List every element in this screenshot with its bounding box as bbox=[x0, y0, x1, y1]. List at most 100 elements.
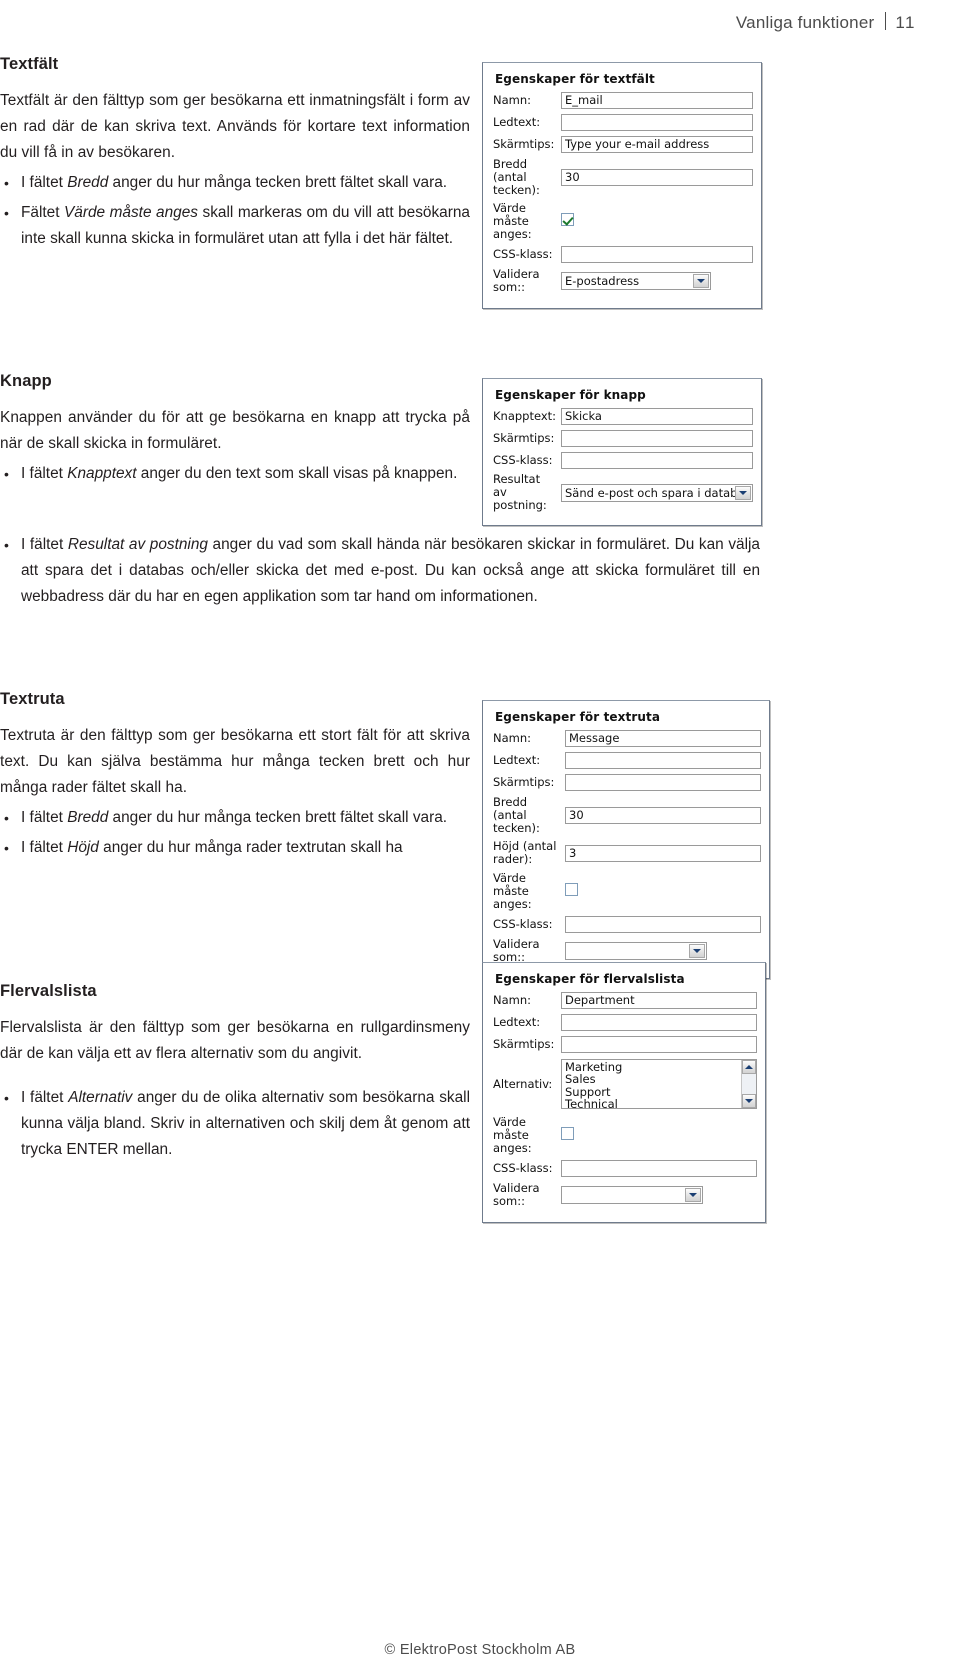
input-css-klass[interactable] bbox=[561, 451, 753, 469]
field-row-ledtext: Ledtext: bbox=[493, 1013, 757, 1031]
running-head-divider bbox=[885, 12, 887, 30]
field-row-css-klass: CSS-klass: bbox=[493, 245, 753, 263]
list-item[interactable]: Technical bbox=[565, 1098, 756, 1108]
scroll-up-icon[interactable] bbox=[742, 1060, 756, 1074]
figure-flervalslista-dialog: Egenskaper för flervalslista Namn: Ledte… bbox=[482, 962, 766, 1223]
select-validera-som[interactable] bbox=[565, 942, 707, 960]
select-validera-som-value bbox=[562, 1187, 702, 1188]
section-textruta-text: Textruta Textruta är den fälttyp som ger… bbox=[0, 690, 470, 861]
label-namn: Namn: bbox=[493, 730, 532, 745]
bullet-emphasis: Knapptext bbox=[67, 465, 137, 482]
input-ledtext[interactable] bbox=[561, 113, 753, 131]
chevron-down-icon[interactable] bbox=[693, 274, 709, 288]
input-ledtext[interactable] bbox=[561, 1013, 757, 1031]
input-css-klass[interactable] bbox=[561, 245, 753, 263]
list-item: I fältet Knapptext anger du den text som… bbox=[0, 461, 470, 487]
select-resultat-av-postning[interactable]: Sänd e-post och spara i databas bbox=[561, 483, 753, 502]
select-validera-som-value bbox=[566, 943, 706, 944]
input-namn[interactable] bbox=[561, 91, 753, 109]
select-validera-som[interactable]: E-postadress bbox=[561, 272, 711, 290]
list-item: Fältet Värde måste anges skall markeras … bbox=[0, 200, 470, 252]
bullet-list-textfalt: I fältet Bredd anger du hur många tecken… bbox=[0, 170, 470, 252]
input-css-klass[interactable] bbox=[561, 1159, 757, 1177]
input-namn[interactable] bbox=[565, 729, 761, 747]
bullet-post: anger du den text som skall visas på kna… bbox=[136, 465, 458, 482]
listbox-alternativ[interactable]: Marketing Sales Support Technical bbox=[561, 1059, 757, 1109]
label-resultat-av-postning: Resultat av postning: bbox=[493, 472, 547, 512]
paragraph-textruta-intro: Textruta är den fälttyp som ger besökarn… bbox=[0, 727, 470, 796]
input-skarmtips[interactable] bbox=[561, 1035, 757, 1053]
input-hojd[interactable] bbox=[565, 844, 761, 862]
label-validera-som: Validera som:: bbox=[493, 267, 540, 294]
bullet-post: anger du hur många tecken brett fältet s… bbox=[108, 809, 448, 826]
label-validera-som: Validera som:: bbox=[493, 1181, 540, 1208]
label-alternativ: Alternativ: bbox=[493, 1076, 553, 1091]
input-skarmtips[interactable] bbox=[561, 135, 753, 153]
label-ledtext: Ledtext: bbox=[493, 1014, 541, 1029]
select-resultat-av-postning-value: Sänd e-post och spara i databas bbox=[565, 485, 751, 500]
scrollbar-track[interactable] bbox=[742, 1074, 756, 1094]
input-ledtext[interactable] bbox=[565, 751, 761, 769]
section-textfalt-text: Textfält Textfält är den fälttyp som ger… bbox=[0, 55, 470, 252]
heading-textfalt: Textfält bbox=[0, 55, 59, 73]
list-item[interactable]: Sales bbox=[565, 1073, 756, 1086]
heading-knapp: Knapp bbox=[0, 372, 52, 390]
field-row-validera-som: Validera som:: E-postadress bbox=[493, 267, 753, 295]
chevron-down-icon[interactable] bbox=[685, 1188, 701, 1202]
list-item: I fältet Alternativ anger du de olika al… bbox=[0, 1085, 470, 1163]
field-row-skarmtips: Skärmtips: bbox=[493, 773, 761, 791]
checkbox-varde-maste-anges[interactable] bbox=[561, 1127, 574, 1140]
scroll-down-icon[interactable] bbox=[742, 1094, 756, 1108]
label-skarmtips: Skärmtips: bbox=[493, 1036, 555, 1051]
section-flervalslista-text: Flervalslista Flervalslista är den fältt… bbox=[0, 982, 470, 1163]
input-skarmtips[interactable] bbox=[561, 429, 753, 447]
scrollbar-alternativ[interactable] bbox=[741, 1060, 756, 1108]
input-skarmtips[interactable] bbox=[565, 773, 761, 791]
label-css-klass: CSS-klass: bbox=[493, 916, 553, 931]
dialog-title: Egenskaper för knapp bbox=[495, 388, 646, 402]
bullet-pre: I fältet bbox=[21, 809, 68, 826]
input-namn[interactable] bbox=[561, 991, 757, 1009]
label-hojd: Höjd (antal rader): bbox=[493, 839, 557, 866]
bullet-pre: Fältet bbox=[21, 204, 65, 221]
field-row-ledtext: Ledtext: bbox=[493, 751, 761, 769]
checkbox-varde-maste-anges[interactable] bbox=[561, 213, 574, 226]
field-row-skarmtips: Skärmtips: bbox=[493, 1035, 757, 1053]
dialog-title: Egenskaper för flervalslista bbox=[495, 972, 685, 986]
field-row-bredd: Bredd (antal tecken): bbox=[493, 157, 753, 197]
label-css-klass: CSS-klass: bbox=[493, 246, 553, 261]
bullet-emphasis: Värde måste anges bbox=[64, 204, 198, 221]
input-bredd[interactable] bbox=[561, 168, 753, 186]
label-skarmtips: Skärmtips: bbox=[493, 136, 555, 151]
input-bredd[interactable] bbox=[565, 806, 761, 824]
label-varde-maste-anges: Värde måste anges: bbox=[493, 200, 532, 241]
label-css-klass: CSS-klass: bbox=[493, 1160, 553, 1175]
label-varde-maste-anges: Värde måste anges: bbox=[493, 870, 532, 911]
checkbox-varde-maste-anges[interactable] bbox=[565, 883, 578, 896]
bullet-emphasis: Resultat av postning bbox=[67, 536, 208, 553]
dialog-textfalt: Egenskaper för textfält Namn: Ledtext: S… bbox=[482, 62, 762, 309]
bullet-emphasis: Alternativ bbox=[68, 1089, 133, 1106]
select-validera-som-value: E-postadress bbox=[565, 274, 640, 288]
field-row-namn: Namn: bbox=[493, 91, 753, 109]
figure-textfalt-dialog: Egenskaper för textfält Namn: Ledtext: S… bbox=[482, 62, 762, 309]
paragraph-flervalslista-intro: Flervalslista är den fälttyp som ger bes… bbox=[0, 1019, 470, 1062]
field-row-css-klass: CSS-klass: bbox=[493, 1159, 757, 1177]
chevron-down-icon[interactable] bbox=[689, 944, 705, 958]
label-namn: Namn: bbox=[493, 92, 532, 107]
select-validera-som[interactable] bbox=[561, 1186, 703, 1204]
field-row-namn: Namn: bbox=[493, 729, 761, 747]
figure-knapp-dialog: Egenskaper för knapp Knapptext: Skärmtip… bbox=[482, 378, 762, 526]
chevron-down-icon[interactable] bbox=[735, 485, 751, 500]
field-row-bredd: Bredd (antal tecken): bbox=[493, 795, 761, 835]
input-css-klass[interactable] bbox=[565, 915, 761, 933]
label-ledtext: Ledtext: bbox=[493, 114, 541, 129]
field-row-varde-maste-anges: Värde måste anges: bbox=[493, 871, 761, 911]
bullet-pre: I fältet bbox=[21, 1089, 69, 1106]
label-skarmtips: Skärmtips: bbox=[493, 774, 555, 789]
bullet-emphasis: Bredd bbox=[67, 174, 109, 191]
field-row-hojd: Höjd (antal rader): bbox=[493, 839, 761, 867]
input-knapptext[interactable] bbox=[561, 407, 753, 425]
bullet-pre: I fältet bbox=[21, 465, 68, 482]
label-ledtext: Ledtext: bbox=[493, 752, 541, 767]
